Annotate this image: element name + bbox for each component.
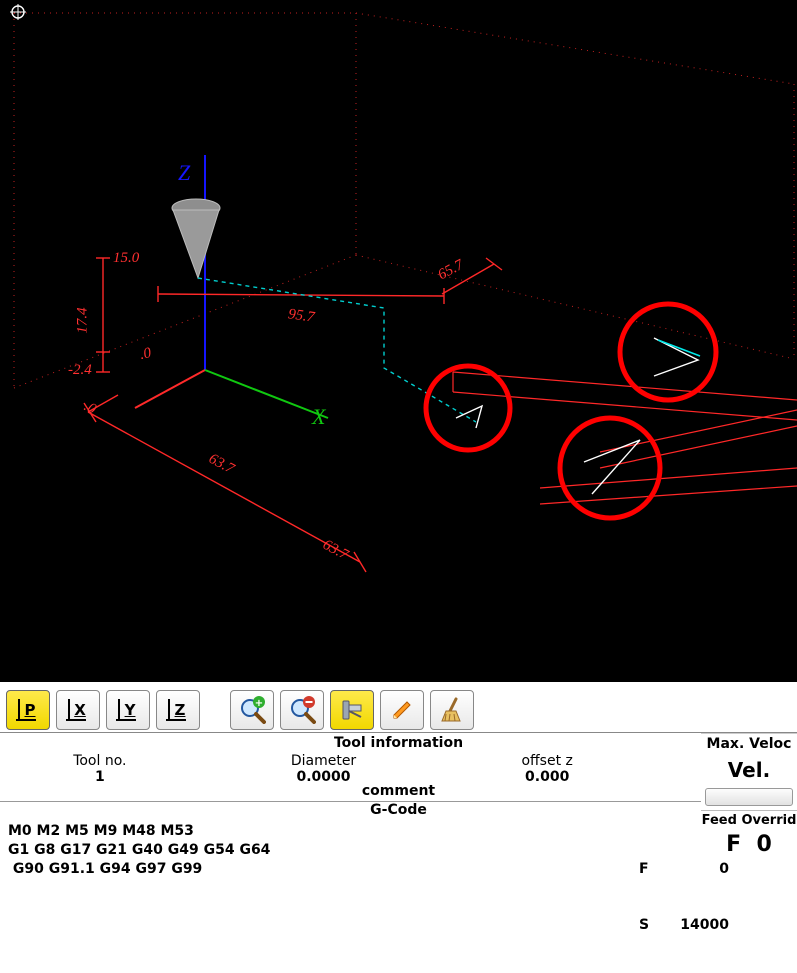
view-z-button[interactable]: Z [156,690,200,730]
vel-label: Vel. [701,752,797,788]
feed-f-label: F [726,832,741,857]
feed-override-label: Feed Overrid [701,810,797,828]
view-y-button[interactable]: Y [106,690,150,730]
measure-button[interactable] [330,690,374,730]
zoom-in-button[interactable]: + [230,690,274,730]
tool-no-label: Tool no. [8,753,192,769]
axis-z-label: Z [178,160,190,186]
gcode-listing: M0 M2 M5 M9 M48 M53 G1 G8 G17 G21 G40 G4… [8,822,639,973]
zoom-out-button[interactable] [280,690,324,730]
svg-text:+: + [255,698,263,709]
clear-button[interactable] [430,690,474,730]
feed-f-value: 0 [757,832,772,857]
diameter-label: Diameter [232,753,416,769]
view-x-button[interactable]: X [56,690,100,730]
dim-mid-back: 95.7 [287,306,315,326]
view-p-button[interactable]: P [6,690,50,730]
gl-viewport[interactable]: Z X 15.0 17.4 -2.4 .0 65.7 95.7 .0 63.7 … [0,0,797,682]
comment-label: comment [0,783,797,799]
crosshair-icon [10,4,26,20]
dim-left-mid: 17.4 [75,307,92,333]
zoom-in-icon: + [238,696,266,724]
gcode-title: G-Code [0,802,797,818]
vel-slider[interactable] [705,788,793,806]
tool-no-value: 1 [8,769,192,785]
zoom-out-icon [288,696,316,724]
velocity-panel: Max. Veloc Vel. Feed Overrid F 0 [701,733,797,857]
pencil-icon [390,698,414,722]
broom-icon [440,697,464,723]
tool-info-panel: Tool no. 1 Diameter 0.0000 offset z 0.00… [0,753,797,785]
viewport-grid [0,0,797,682]
edit-button[interactable] [380,690,424,730]
axis-x-label: X [312,404,325,430]
caliper-icon [339,697,365,723]
dim-left-bot1: -2.4 [68,362,92,379]
tool-cone-icon [172,199,220,278]
max-veloc-label: Max. Veloc [701,733,797,752]
view-toolbar: P X Y Z + [0,682,797,732]
offset-z-label: offset z [455,753,639,769]
offset-z-value: 0.000 [455,769,639,785]
dim-left-top: 15.0 [113,250,139,267]
tool-info-title: Tool information [0,733,797,753]
